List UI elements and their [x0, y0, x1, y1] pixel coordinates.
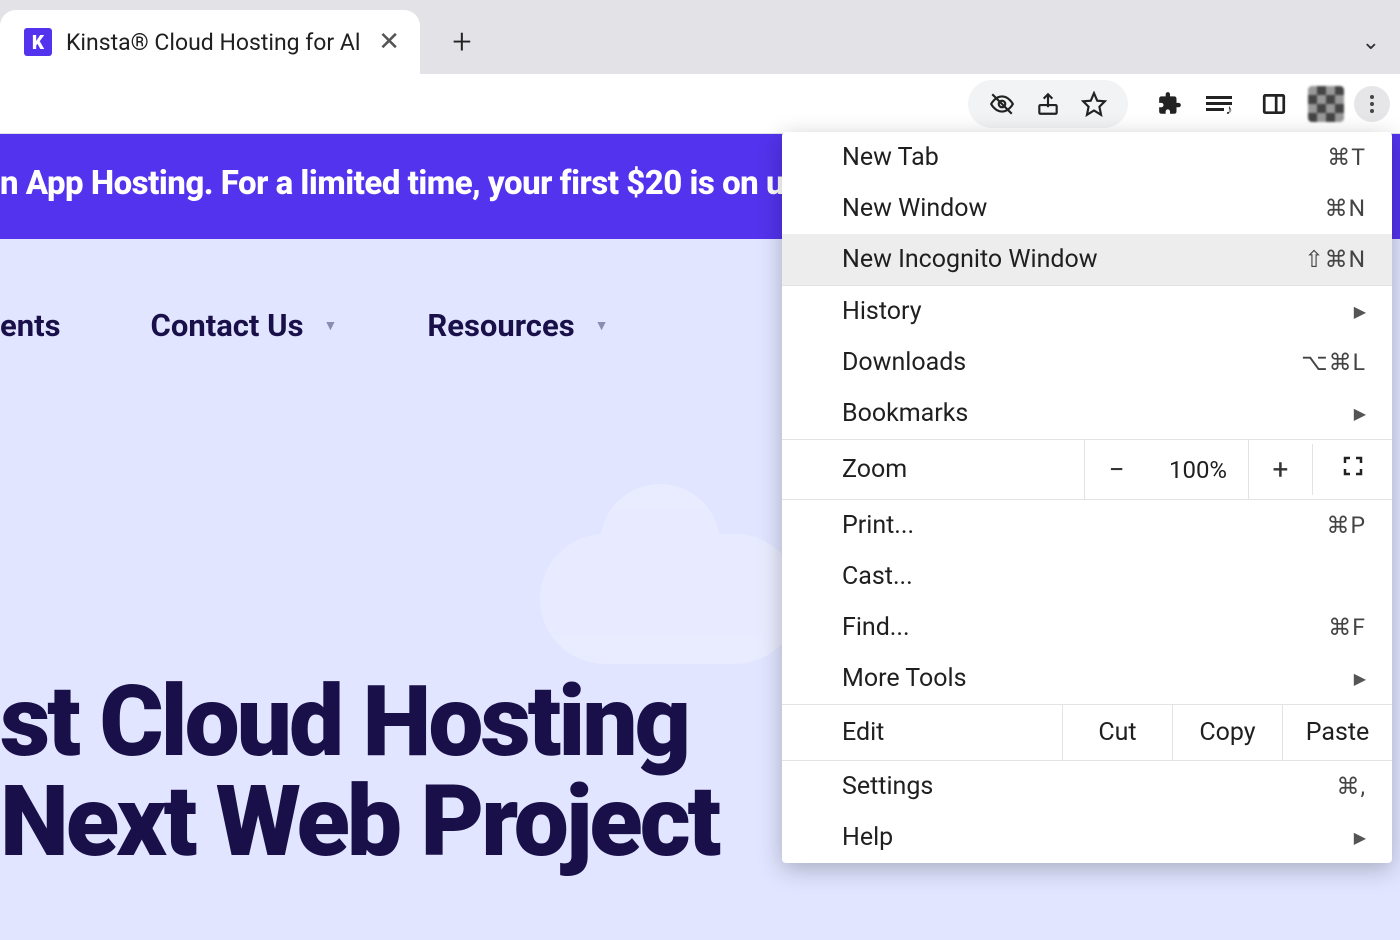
omnibox-action-group	[968, 80, 1128, 128]
menu-new-incognito[interactable]: New Incognito Window ⇧⌘N	[782, 234, 1392, 285]
menu-shortcut: ⌘P	[1326, 512, 1366, 539]
side-panel-icon[interactable]	[1260, 90, 1288, 118]
cloud-decoration	[540, 534, 800, 664]
puzzle-icon[interactable]	[1156, 90, 1184, 118]
zoom-value: 100%	[1148, 443, 1248, 497]
menu-history[interactable]: History ▶	[782, 286, 1392, 337]
eye-off-icon[interactable]	[988, 90, 1016, 118]
menu-label: History	[842, 297, 922, 326]
menu-edit-row: Edit Cut Copy Paste	[782, 704, 1392, 761]
menu-shortcut: ⇧⌘N	[1304, 246, 1366, 273]
menu-shortcut: ⌘,	[1336, 773, 1366, 800]
tab-list-dropdown[interactable]: ⌄	[1362, 30, 1380, 55]
browser-tab[interactable]: K Kinsta® Cloud Hosting for All Y ✕	[0, 10, 420, 74]
menu-settings[interactable]: Settings ⌘,	[782, 761, 1392, 812]
star-icon[interactable]	[1080, 90, 1108, 118]
edit-copy-button[interactable]: Copy	[1172, 705, 1282, 760]
menu-shortcut: ⌥⌘L	[1301, 349, 1366, 376]
nav-item-contact[interactable]: Contact Us ▼	[151, 307, 338, 344]
tab-title: Kinsta® Cloud Hosting for All Y	[66, 29, 360, 56]
tab-strip: K Kinsta® Cloud Hosting for All Y ✕ + ⌄	[0, 0, 1400, 74]
kebab-icon	[1370, 95, 1374, 113]
zoom-in-button[interactable]: +	[1248, 440, 1312, 499]
menu-label: Help	[842, 823, 893, 852]
hero-heading: st Cloud Hosting Next Web Project	[0, 672, 718, 872]
menu-shortcut: ⌘N	[1325, 195, 1366, 222]
edit-label: Edit	[782, 705, 1062, 760]
menu-help[interactable]: Help ▶	[782, 812, 1392, 863]
new-tab-button[interactable]: +	[438, 18, 486, 66]
nav-label: Resources	[427, 307, 574, 344]
reading-list-icon[interactable]: ♪	[1208, 90, 1236, 118]
nav-item-partial[interactable]: ents	[0, 307, 61, 344]
share-icon[interactable]	[1034, 90, 1062, 118]
menu-label: New Tab	[842, 143, 939, 172]
tab-favicon: K	[24, 28, 52, 56]
menu-shortcut: ⌘T	[1327, 144, 1366, 171]
menu-shortcut: ⌘F	[1328, 614, 1366, 641]
menu-new-window[interactable]: New Window ⌘N	[782, 183, 1392, 234]
chevron-down-icon: ⌄	[1362, 30, 1380, 55]
menu-label: Bookmarks	[842, 399, 968, 428]
menu-label: New Window	[842, 194, 987, 223]
profile-avatar[interactable]	[1308, 86, 1344, 122]
nav-item-resources[interactable]: Resources ▼	[427, 307, 608, 344]
menu-find[interactable]: Find... ⌘F	[782, 602, 1392, 653]
hero-line-2: Next Web Project	[0, 764, 718, 879]
fullscreen-icon	[1341, 454, 1365, 478]
chrome-menu-button[interactable]	[1354, 86, 1390, 122]
menu-label: More Tools	[842, 664, 967, 693]
nav-label: Contact Us	[151, 307, 304, 344]
menu-downloads[interactable]: Downloads ⌥⌘L	[782, 337, 1392, 388]
menu-cast[interactable]: Cast...	[782, 551, 1392, 602]
close-tab-icon[interactable]: ✕	[374, 27, 404, 57]
edit-cut-button[interactable]: Cut	[1062, 705, 1172, 760]
hero-line-1: st Cloud Hosting	[0, 664, 688, 779]
submenu-arrow-icon: ▶	[1354, 669, 1366, 688]
menu-label: Print...	[842, 511, 914, 540]
menu-label: Cast...	[842, 562, 913, 591]
browser-toolbar: ♪	[0, 74, 1400, 134]
menu-label: Find...	[842, 613, 910, 642]
chrome-menu: New Tab ⌘T New Window ⌘N New Incognito W…	[782, 132, 1392, 863]
submenu-arrow-icon: ▶	[1354, 404, 1366, 423]
chevron-down-icon: ▼	[595, 317, 609, 334]
menu-zoom-row: Zoom − 100% +	[782, 439, 1392, 500]
menu-more-tools[interactable]: More Tools ▶	[782, 653, 1392, 704]
menu-bookmarks[interactable]: Bookmarks ▶	[782, 388, 1392, 439]
menu-label: New Incognito Window	[842, 245, 1098, 274]
nav-label: ents	[0, 307, 61, 344]
zoom-out-button[interactable]: −	[1084, 440, 1148, 499]
menu-new-tab[interactable]: New Tab ⌘T	[782, 132, 1392, 183]
submenu-arrow-icon: ▶	[1354, 828, 1366, 847]
chevron-down-icon: ▼	[324, 317, 338, 334]
fullscreen-button[interactable]	[1312, 444, 1392, 495]
submenu-arrow-icon: ▶	[1354, 302, 1366, 321]
menu-print[interactable]: Print... ⌘P	[782, 500, 1392, 551]
menu-label: Settings	[842, 772, 933, 801]
edit-paste-button[interactable]: Paste	[1282, 705, 1392, 760]
menu-label: Downloads	[842, 348, 966, 377]
zoom-label: Zoom	[782, 442, 1084, 497]
